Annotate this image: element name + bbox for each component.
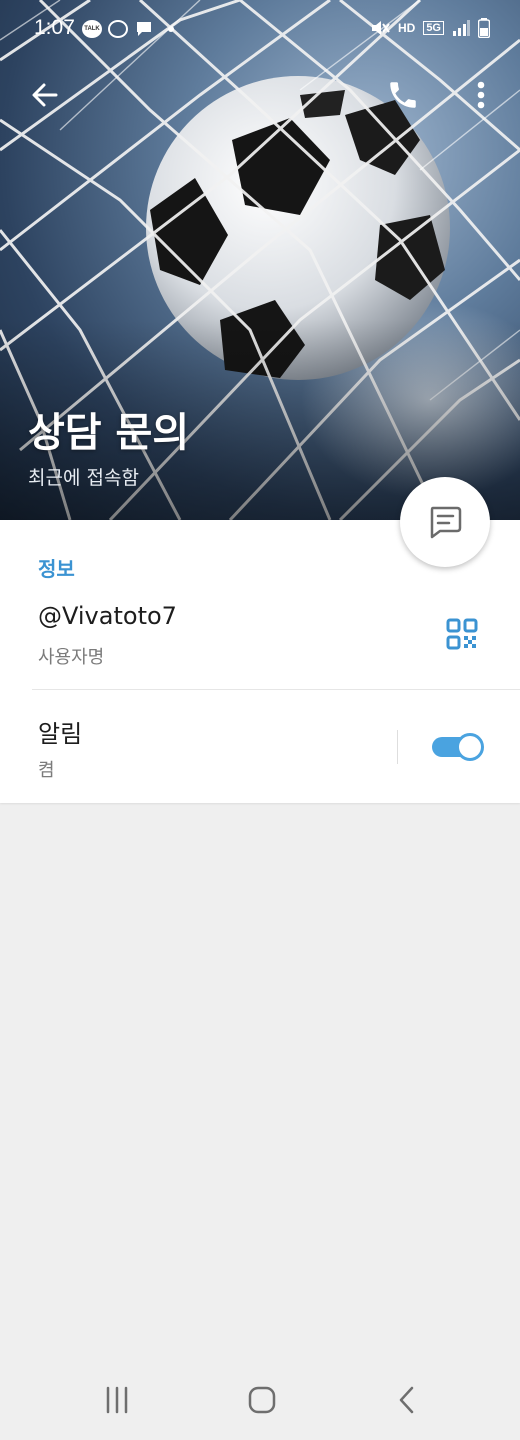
qr-code-button[interactable] xyxy=(440,612,484,656)
more-notifications-icon xyxy=(168,26,174,32)
row-divider xyxy=(32,689,520,690)
home-button[interactable] xyxy=(240,1378,284,1422)
notifications-toggle[interactable] xyxy=(430,731,486,763)
arrow-left-icon xyxy=(32,83,58,107)
system-nav-bar xyxy=(0,1360,520,1440)
battery-icon xyxy=(478,18,490,38)
chevron-left-icon xyxy=(399,1386,414,1414)
notifications-state: 켬 xyxy=(38,760,55,781)
last-seen-status: 최근에 접속함 xyxy=(28,467,139,489)
section-title-info: 정보 xyxy=(38,557,75,581)
hd-voice-icon: HD xyxy=(397,21,416,35)
toggle-divider xyxy=(397,730,398,764)
recent-apps-icon xyxy=(106,1386,128,1414)
more-vertical-icon xyxy=(477,81,485,109)
send-message-button[interactable] xyxy=(400,477,490,567)
mute-icon xyxy=(371,21,390,35)
status-time: 1:07 xyxy=(34,16,75,39)
talk-icon: TALK xyxy=(82,20,102,38)
more-options-button[interactable] xyxy=(459,73,503,117)
notifications-label: 알림 xyxy=(38,720,83,748)
username-value[interactable]: @Vivatoto7 xyxy=(38,602,177,630)
back-button[interactable] xyxy=(23,73,67,117)
5g-icon: 5G xyxy=(423,21,444,35)
recent-apps-button[interactable] xyxy=(95,1378,139,1422)
phone-icon xyxy=(390,82,416,108)
profile-name: 상담 문의 xyxy=(28,410,190,456)
username-caption: 사용자명 xyxy=(38,647,105,668)
bot-icon xyxy=(108,20,128,38)
signal-icon xyxy=(453,20,470,36)
profile-screen: 1:07 TALK HD 5G 상담 문의 최근에 접속함 정보 @Vivato… xyxy=(0,0,520,1440)
call-button[interactable] xyxy=(381,73,425,117)
qr-code-icon xyxy=(446,618,478,650)
message-icon xyxy=(137,22,151,36)
chat-icon xyxy=(430,506,462,539)
system-back-button[interactable] xyxy=(385,1378,429,1422)
status-bar: 1:07 TALK HD 5G xyxy=(0,0,520,58)
home-icon xyxy=(248,1386,276,1414)
status-right-icons: HD 5G xyxy=(370,18,490,38)
